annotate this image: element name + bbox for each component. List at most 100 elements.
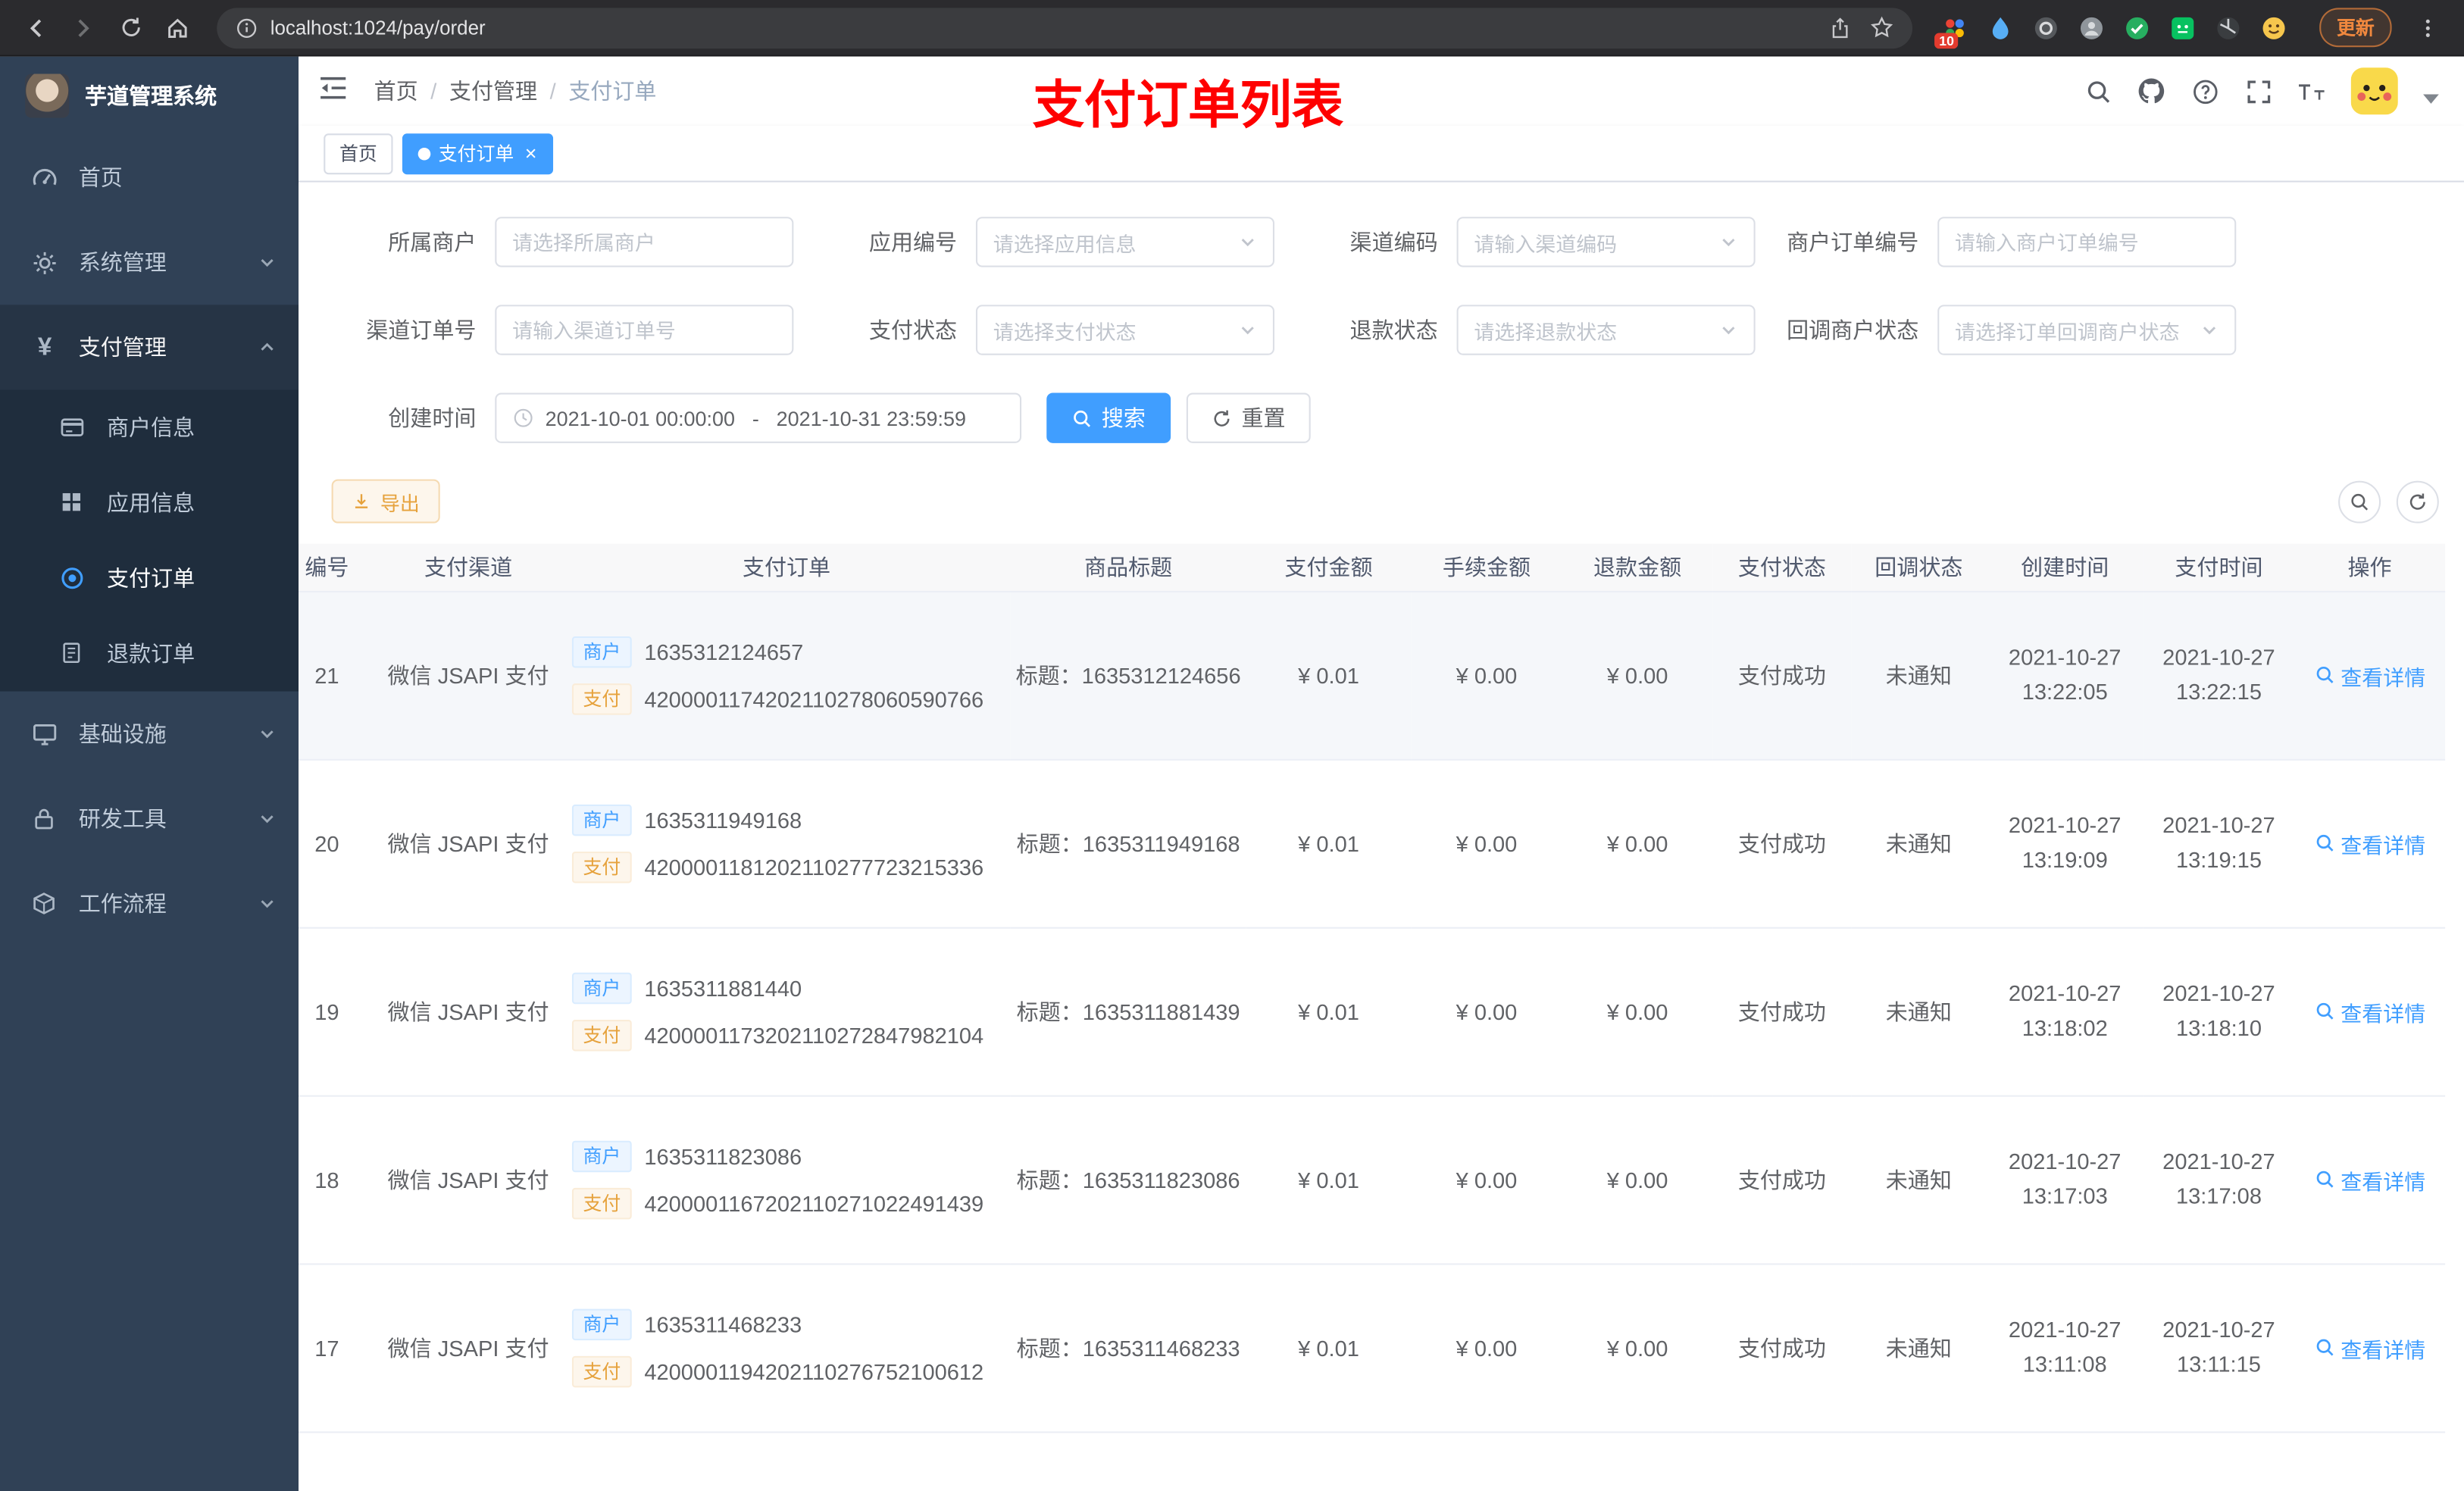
notify-status-select[interactable]: 请选择订单回调商户状态	[1937, 305, 2237, 355]
merchant-order-input[interactable]	[1955, 230, 2219, 254]
view-detail-link[interactable]: 查看详情	[2314, 1164, 2425, 1195]
view-detail-link[interactable]: 查看详情	[2314, 1332, 2425, 1363]
browser-forward-icon[interactable]	[63, 7, 104, 48]
user-menu-caret-icon[interactable]	[2423, 94, 2439, 104]
tags-view-bar: 首页 支付订单 ×	[299, 125, 2464, 183]
search-icon	[2315, 1171, 2333, 1188]
screen: localhost:1024/pay/order 10 更新 芋道管理系统 首页…	[0, 0, 2464, 1491]
extension-pinwheel-icon[interactable]	[2214, 14, 2242, 42]
extension-emoji-icon[interactable]	[2259, 14, 2287, 42]
date-range-picker[interactable]: 2021-10-01 00:00:00 - 2021-10-31 23:59:5…	[495, 392, 1022, 443]
site-info-icon[interactable]	[236, 17, 258, 39]
orders-table: 编号 支付渠道 支付订单 商品标题 支付金额 手续金额 退款金额 支付状态 回调…	[299, 543, 2446, 1491]
extension-check-icon[interactable]	[2123, 14, 2151, 42]
merchant-tag: 商户	[571, 635, 632, 667]
chrome-update-button[interactable]: 更新	[2319, 8, 2392, 48]
extensions-area: 10	[1931, 14, 2297, 48]
view-detail-link[interactable]: 查看详情	[2314, 659, 2425, 690]
app-logo-avatar	[25, 73, 70, 118]
browser-reload-icon[interactable]	[110, 7, 151, 48]
address-bar[interactable]: localhost:1024/pay/order	[217, 7, 1913, 48]
breadcrumb-section[interactable]: 支付管理	[449, 76, 537, 107]
sidebar-item-system[interactable]: 系统管理	[0, 220, 299, 305]
chevron-down-icon	[261, 900, 274, 908]
col-channel: 支付渠道	[374, 543, 563, 592]
sidebar-item-dev-tools[interactable]: 研发工具	[0, 777, 299, 861]
filter-app-label: 应用编号	[868, 229, 958, 255]
lock-icon	[31, 805, 58, 832]
view-detail-link[interactable]: 查看详情	[2314, 827, 2425, 858]
channel-code-select[interactable]: 请输入渠道编码	[1456, 217, 1756, 267]
top-navbar: 首页 / 支付管理 / 支付订单	[299, 56, 2464, 126]
app-select[interactable]: 请选择应用信息	[975, 217, 1274, 267]
extension-chat-icon[interactable]	[2169, 14, 2197, 42]
filter-app: 应用编号 请选择应用信息	[800, 217, 1274, 267]
browser-back-icon[interactable]	[16, 7, 57, 48]
merchant-input[interactable]	[512, 230, 777, 254]
sidebar-item-payment[interactable]: ¥ 支付管理	[0, 305, 299, 390]
tab-home[interactable]: 首页	[324, 133, 393, 174]
refresh-table-button[interactable]	[2396, 480, 2439, 523]
col-actions: 操作	[2294, 543, 2446, 592]
tab-pay-order[interactable]: 支付订单 ×	[402, 133, 553, 174]
refresh-icon	[1214, 409, 1230, 426]
merchant-tag: 商户	[571, 1139, 632, 1172]
sidebar-item-workflow[interactable]: 工作流程	[0, 861, 299, 946]
pay-status-select[interactable]: 请选择支付状态	[975, 305, 1274, 355]
col-id: 编号	[299, 543, 374, 592]
table-toolbar: 导出	[299, 479, 2464, 524]
sidebar-toggle-icon[interactable]	[317, 73, 352, 108]
filter-merchant: 所属商户	[319, 217, 794, 267]
date-start: 2021-10-01 00:00:00	[545, 406, 736, 430]
channel-order-input[interactable]	[512, 317, 777, 342]
table-header-row: 编号 支付渠道 支付订单 商品标题 支付金额 手续金额 退款金额 支付状态 回调…	[299, 543, 2446, 592]
sidebar-item-app-info[interactable]: 应用信息	[0, 465, 299, 541]
sidebar-item-merchant-info[interactable]: 商户信息	[0, 389, 299, 465]
table-row: 20 微信 JSAPI 支付 商户 1635311949168 支付 4200001…	[299, 758, 2446, 928]
dashboard-icon	[31, 164, 58, 191]
col-notify: 回调状态	[1851, 543, 1987, 592]
sidebar-item-pay-order[interactable]: 支付订单	[0, 540, 299, 616]
refund-status-select[interactable]: 请选择退款状态	[1456, 305, 1756, 355]
table-row-partial: 16 商户1635311057736	[299, 1431, 2446, 1491]
font-size-icon[interactable]	[2297, 77, 2325, 105]
extension-grid-icon[interactable]: 10	[1934, 14, 1968, 48]
app-title: 芋道管理系统	[84, 83, 217, 109]
extension-ring-icon[interactable]	[2032, 14, 2060, 42]
browser-home-icon[interactable]	[157, 7, 198, 48]
search-button[interactable]: 搜索	[1046, 392, 1171, 443]
table-row: 18 微信 JSAPI 支付 商户 1635311823086 支付 4200001…	[299, 1095, 2446, 1264]
user-avatar[interactable]	[2350, 67, 2398, 115]
merchant-tag: 商户	[571, 1308, 632, 1340]
header-search-icon[interactable]	[2084, 77, 2112, 105]
chevron-down-icon	[1722, 327, 1735, 335]
github-icon[interactable]	[2137, 77, 2165, 105]
browser-menu-icon[interactable]	[2407, 7, 2448, 48]
extension-circle-icon[interactable]	[2078, 14, 2106, 42]
sidebar: 芋道管理系统 首页 系统管理 ¥ 支付管理 商户信息 应用信息 支付订单 退款订…	[0, 56, 299, 1491]
view-detail-link[interactable]: 查看详情	[2314, 996, 2425, 1027]
table-row: 19 微信 JSAPI 支付 商户 1635311881440 支付 4200001…	[299, 927, 2446, 1096]
filter-create-time-label: 创建时间	[388, 405, 477, 431]
reset-button[interactable]: 重置	[1186, 392, 1311, 443]
chevron-down-icon	[1241, 327, 1254, 335]
breadcrumb-home[interactable]: 首页	[374, 76, 418, 107]
col-pay-order: 支付订单	[562, 543, 1011, 592]
orders-table-wrap: 编号 支付渠道 支付订单 商品标题 支付金额 手续金额 退款金额 支付状态 回调…	[299, 543, 2464, 1491]
extension-drop-icon[interactable]	[1986, 14, 2014, 42]
sidebar-item-refund-order[interactable]: 退款订单	[0, 616, 299, 692]
app-logo[interactable]: 芋道管理系统	[0, 57, 299, 136]
export-button[interactable]: 导出	[331, 479, 440, 524]
pay-tag: 支付	[571, 1018, 632, 1051]
tab-close-icon[interactable]: ×	[522, 143, 537, 164]
chevron-up-icon	[261, 342, 274, 351]
fullscreen-icon[interactable]	[2244, 77, 2272, 105]
sidebar-item-infra[interactable]: 基础设施	[0, 692, 299, 777]
bookmark-star-icon[interactable]	[1870, 16, 1893, 39]
monitor-icon	[31, 720, 58, 747]
toggle-search-button[interactable]	[2338, 480, 2381, 523]
share-icon[interactable]	[1829, 17, 1851, 39]
filter-merchant-label: 所属商户	[388, 229, 477, 255]
sidebar-item-home[interactable]: 首页	[0, 135, 299, 220]
help-icon[interactable]	[2190, 77, 2219, 105]
